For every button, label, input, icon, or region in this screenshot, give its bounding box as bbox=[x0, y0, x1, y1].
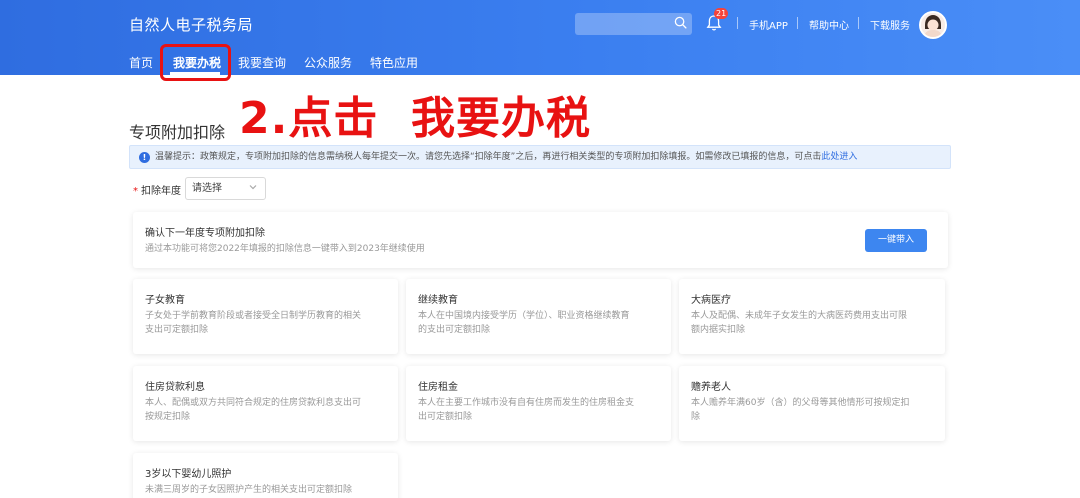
nav-query[interactable]: 我要查询 bbox=[238, 54, 286, 71]
deduction-year-label: * 扣除年度 bbox=[133, 182, 181, 197]
card-title: 大病医疗 bbox=[691, 295, 731, 306]
card-desc-line: 支出可定额扣除 bbox=[145, 325, 209, 335]
deduction-year-value: 请选择 bbox=[192, 183, 222, 194]
card-title: 3岁以下婴幼儿照护 bbox=[145, 469, 232, 480]
card-desc-line: 按规定扣除 bbox=[145, 412, 191, 422]
user-avatar-icon bbox=[921, 13, 945, 37]
page-title: 专项附加扣除 bbox=[129, 123, 226, 142]
card-desc-line: 除 bbox=[691, 412, 701, 422]
divider bbox=[797, 17, 798, 29]
annotation-text: 2.点击 我要办税 bbox=[239, 93, 591, 144]
card-title: 住房租金 bbox=[418, 382, 458, 393]
chevron-down-icon bbox=[249, 185, 257, 190]
deduction-year-select[interactable]: 请选择 bbox=[185, 177, 266, 200]
card-title: 继续教育 bbox=[418, 295, 458, 306]
card-desc: 子女处于学前教育阶段或者接受全日制学历教育的相关 支出可定额扣除 bbox=[145, 309, 361, 337]
card-title: 住房贷款利息 bbox=[145, 382, 205, 393]
card-desc-line: 本人在主要工作城市没有自有住房而发生的住房租金支 bbox=[418, 398, 635, 408]
card-desc-line: 本人在中国境内接受学历（学位）、职业资格继续教育 bbox=[418, 311, 630, 321]
mobile-app-link[interactable]: 手机APP bbox=[749, 17, 788, 32]
annotation-highlight-box bbox=[160, 44, 231, 81]
divider bbox=[858, 17, 859, 29]
card-desc: 本人在中国境内接受学历（学位）、职业资格继续教育 的支出可定额扣除 bbox=[418, 309, 630, 337]
category-card-housing-loan-interest[interactable]: 住房贷款利息 本人、配偶或双方共同符合规定的住房贷款利息支出可 按规定扣除 bbox=[133, 366, 398, 441]
notice-bar: ! 温馨提示：政策规定，专项附加扣除的信息需纳税人每年提交一次。请您先选择“扣除… bbox=[129, 145, 951, 169]
card-title: 赡养老人 bbox=[691, 382, 731, 393]
card-title: 子女教育 bbox=[145, 295, 185, 306]
site-title[interactable]: 自然人电子税务局 bbox=[129, 14, 253, 35]
confirm-next-year-card: 确认下一年度专项附加扣除 通过本功能可将您2022年填报的扣除信息一键带入到20… bbox=[133, 212, 948, 268]
category-card-infant-care[interactable]: 3岁以下婴幼儿照护 未满三周岁的子女因照护产生的相关支出可定额扣除 bbox=[133, 453, 398, 498]
card-desc-line: 本人及配偶、未成年子女发生的大病医药费用支出可限 bbox=[691, 311, 908, 321]
card-desc-line: 本人、配偶或双方共同符合规定的住房贷款利息支出可 bbox=[145, 398, 362, 408]
category-card-serious-illness[interactable]: 大病医疗 本人及配偶、未成年子女发生的大病医药费用支出可限 额内据实扣除 bbox=[679, 279, 945, 354]
card-desc-line: 出可定额扣除 bbox=[418, 412, 473, 422]
notification-badge: 21 bbox=[714, 8, 729, 19]
info-icon: ! bbox=[139, 152, 150, 163]
nav-home[interactable]: 首页 bbox=[129, 54, 153, 71]
card-desc: 本人、配偶或双方共同符合规定的住房贷款利息支出可 按规定扣除 bbox=[145, 396, 361, 424]
card-title: 确认下一年度专项附加扣除 bbox=[145, 228, 265, 239]
card-desc: 未满三周岁的子女因照护产生的相关支出可定额扣除 bbox=[145, 483, 352, 497]
download-service-link[interactable]: 下载服务 bbox=[870, 17, 910, 32]
nav-special-apps[interactable]: 特色应用 bbox=[370, 54, 418, 71]
card-desc: 本人及配偶、未成年子女发生的大病医药费用支出可限 额内据实扣除 bbox=[691, 309, 907, 337]
category-card-housing-rent[interactable]: 住房租金 本人在主要工作城市没有自有住房而发生的住房租金支 出可定额扣除 bbox=[406, 366, 671, 441]
search-input[interactable] bbox=[575, 13, 692, 35]
card-desc: 本人在主要工作城市没有自有住房而发生的住房租金支 出可定额扣除 bbox=[418, 396, 634, 424]
card-desc-line: 未满三周岁的子女因照护产生的相关支出可定额扣除 bbox=[145, 485, 353, 495]
card-desc-line: 的支出可定额扣除 bbox=[418, 325, 491, 335]
avatar[interactable] bbox=[919, 11, 947, 39]
category-card-elderly-support[interactable]: 赡养老人 本人赡养年满60岁（含）的父母等其他情形可按规定扣除 bbox=[679, 366, 945, 441]
card-desc-line: 额内据实扣除 bbox=[691, 325, 746, 335]
notice-link[interactable]: 此处进入 bbox=[821, 152, 857, 162]
one-click-import-button[interactable]: 一键带入 bbox=[865, 229, 927, 252]
card-desc-line: 子女处于学前教育阶段或者接受全日制学历教育的相关 bbox=[145, 311, 362, 321]
card-desc-line: 本人赡养年满60岁（含）的父母等其他情形可按规定扣 bbox=[691, 398, 910, 408]
category-card-continuing-education[interactable]: 继续教育 本人在中国境内接受学历（学位）、职业资格继续教育 的支出可定额扣除 bbox=[406, 279, 671, 354]
help-center-link[interactable]: 帮助中心 bbox=[809, 17, 849, 32]
deduction-year-label-text: 扣除年度 bbox=[141, 186, 181, 197]
nav-public-service[interactable]: 公众服务 bbox=[304, 54, 352, 71]
card-desc: 本人赡养年满60岁（含）的父母等其他情形可按规定扣除 bbox=[691, 396, 909, 424]
search-icon[interactable] bbox=[674, 16, 687, 29]
required-mark: * bbox=[133, 186, 138, 197]
notice-text: 温馨提示：政策规定，专项附加扣除的信息需纳税人每年提交一次。请您先选择“扣除年度… bbox=[155, 152, 822, 162]
category-card-child-education[interactable]: 子女教育 子女处于学前教育阶段或者接受全日制学历教育的相关 支出可定额扣除 bbox=[133, 279, 398, 354]
card-desc: 通过本功能可将您2022年填报的扣除信息一键带入到2023年继续使用 bbox=[145, 244, 425, 254]
divider bbox=[737, 17, 738, 29]
